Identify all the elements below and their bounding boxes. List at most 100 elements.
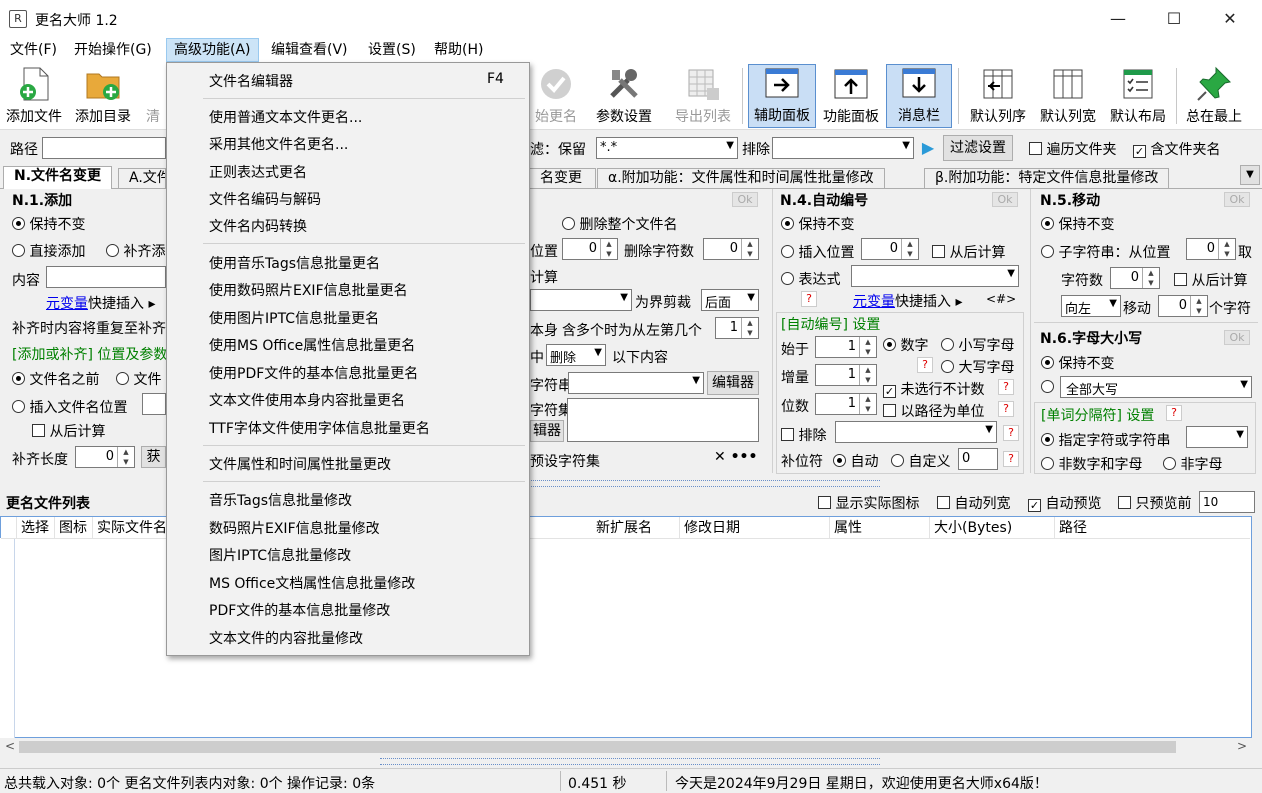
menu-item-edit-pdf[interactable]: PDF文件的基本信息批量修改 [209, 600, 390, 620]
col-select[interactable]: 选择 [17, 517, 55, 539]
horizontal-scrollbar[interactable]: < > [1, 738, 1252, 756]
pad-length-spinner[interactable]: 0 ▲ ▼ [75, 446, 135, 468]
col-attributes[interactable]: 属性 [830, 517, 930, 539]
col-size[interactable]: 大小(Bytes) [930, 517, 1055, 539]
number-keep-radio[interactable]: 保持不变 [781, 214, 854, 234]
menu-file[interactable]: 文件(F) [3, 38, 64, 62]
get-button[interactable]: 获取 [141, 446, 166, 468]
delete-ok-button[interactable]: Ok [732, 192, 758, 207]
del-count-spinner[interactable]: 0 ▲ ▼ [703, 238, 759, 260]
menu-settings[interactable]: 设置(S) [361, 38, 423, 62]
menu-edit-view[interactable]: 编辑查看(V) [264, 38, 355, 62]
message-bar-button[interactable]: 消息栏 [886, 64, 952, 128]
scrollbar-thumb[interactable] [19, 741, 1176, 753]
path-input[interactable] [42, 137, 166, 159]
function-panel-button[interactable]: 功能面板 [817, 64, 885, 128]
add-keep-radio[interactable]: 保持不变 [12, 214, 85, 234]
tab-alpha-attributes[interactable]: α.附加功能：文件属性和时间属性批量修改 [597, 168, 885, 188]
help-icon[interactable]: ? [917, 357, 933, 373]
case-keep-radio[interactable]: 保持不变 [1041, 353, 1114, 373]
help-icon[interactable]: ? [998, 401, 1014, 417]
auto-preview-checkbox[interactable]: ✓ 自动预览 [1028, 493, 1101, 513]
upper-letter-radio[interactable]: 大写字母 [941, 357, 1014, 377]
step-spinner[interactable]: 1 ▲ ▼ [815, 364, 877, 386]
add-dir-button[interactable]: 添加目录 [70, 64, 136, 128]
tab-a[interactable]: A.文件 [118, 168, 166, 188]
move-from-back-checkbox[interactable]: 从后计算 [1174, 270, 1247, 290]
editor-button[interactable]: 编辑器 [707, 371, 759, 395]
lower-letter-radio[interactable]: 小写字母 [941, 335, 1014, 355]
digit-radio[interactable]: 数字 [883, 335, 928, 355]
menu-item-exif[interactable]: 使用数码照片EXIF信息批量更名 [209, 280, 408, 300]
case-ok-button[interactable]: Ok [1224, 330, 1250, 345]
preview-count-input[interactable]: 10 [1199, 491, 1255, 513]
filter-settings-button[interactable]: 过滤设置 [943, 135, 1013, 161]
menu-item-ttf[interactable]: TTF字体文件使用字体信息批量更名 [209, 418, 430, 438]
auto-radio[interactable]: 自动 [833, 451, 878, 471]
direct-add-radio[interactable]: 直接添加 [12, 241, 85, 261]
non-letter-radio[interactable]: 非字母 [1163, 454, 1222, 474]
add-from-back-checkbox[interactable]: 从后计算 [32, 421, 105, 441]
clear-x-icon[interactable]: ✕ ••• [714, 449, 757, 465]
bottom-splitter[interactable] [380, 758, 880, 765]
assist-panel-button[interactable]: 辅助面板 [748, 64, 816, 128]
delete-opt-combo[interactable]: 删除 ▼ [546, 344, 606, 366]
specified-radio[interactable]: 指定字符或字符串 [1041, 430, 1170, 450]
menu-item-edit-office[interactable]: MS Office文档属性信息批量修改 [209, 573, 415, 593]
content-input[interactable] [46, 266, 166, 288]
help-icon[interactable]: ? [1003, 451, 1019, 467]
tab-beta-fileinfo[interactable]: β.附加功能：特定文件信息批量修改 [924, 168, 1170, 188]
char-string-combo[interactable]: ▼ [568, 372, 704, 394]
substring-radio[interactable]: 子字符串：从位置 [1041, 242, 1170, 262]
filter-combo[interactable]: *.* ▼ [596, 137, 738, 159]
unselected-checkbox[interactable]: ✓ 未选行不计数 [883, 379, 984, 399]
help-icon[interactable]: ? [1003, 425, 1019, 441]
move-ok-button[interactable]: Ok [1224, 192, 1250, 207]
custom-pad-input[interactable]: 0 [958, 448, 998, 470]
add-var-link[interactable]: 元变量快捷插入 ▸ [46, 293, 155, 313]
clear-button[interactable]: 清 [140, 64, 166, 128]
col-new-ext[interactable]: 新扩展名 [592, 517, 680, 539]
menu-help[interactable]: 帮助(H) [427, 38, 490, 62]
char-count-spinner[interactable]: 0 ▲ ▼ [1110, 267, 1160, 289]
expression-radio[interactable]: 表达式 [781, 269, 840, 289]
preview-only-checkbox[interactable]: 只预览前 [1118, 493, 1191, 513]
menu-item-iptc[interactable]: 使用图片IPTC信息批量更名 [209, 308, 379, 328]
menu-item-encode-decode[interactable]: 文件名编码与解码 [209, 189, 321, 209]
digits-spinner[interactable]: 1 ▲ ▼ [815, 393, 877, 415]
default-layout-button[interactable]: 默认布局 [1104, 64, 1172, 128]
pad-add-radio[interactable]: 补齐添 [106, 241, 165, 261]
menu-item-pdf[interactable]: 使用PDF文件的基本信息批量更名 [209, 363, 418, 383]
help-icon[interactable]: ? [801, 291, 817, 307]
before-name-radio[interactable]: 文件名之前 [12, 369, 99, 389]
move-keep-radio[interactable]: 保持不变 [1041, 214, 1114, 234]
col-filename[interactable]: 实际文件名 [93, 517, 167, 539]
menu-item-edit-text[interactable]: 文本文件的内容批量修改 [209, 628, 363, 648]
include-folder-checkbox[interactable]: ✓ 含文件夹名 [1133, 139, 1220, 159]
maximize-button[interactable]: ☐ [1146, 0, 1202, 38]
tab-scroll-button[interactable]: ▼ [1240, 165, 1260, 185]
insert-pos-radio[interactable]: 插入文件名位置 [12, 397, 127, 417]
by-path-checkbox[interactable]: 以路径为单位 [883, 401, 984, 421]
all-upper-radio[interactable] [1041, 380, 1054, 396]
menu-item-edit-iptc[interactable]: 图片IPTC信息批量修改 [209, 545, 351, 565]
menu-start[interactable]: 开始操作(G) [67, 38, 159, 62]
multi-spinner[interactable]: 1 ▲ ▼ [715, 317, 759, 339]
help-icon[interactable]: ? [998, 379, 1014, 395]
menu-item-edit-exif[interactable]: 数码照片EXIF信息批量修改 [209, 518, 380, 538]
direction-combo[interactable]: 向左 ▼ [1061, 295, 1121, 317]
close-button[interactable]: ✕ [1202, 0, 1258, 38]
menu-item-text-rename[interactable]: 使用普通文本文件更名... [209, 107, 362, 127]
minimize-button[interactable]: — [1090, 0, 1146, 38]
char-set-textarea[interactable] [567, 398, 759, 442]
play-filter-icon[interactable]: ▶ [916, 137, 940, 159]
expression-combo[interactable]: ▼ [851, 265, 1019, 287]
back-combo[interactable]: 后面 ▼ [701, 289, 759, 311]
default-order-button[interactable]: 默认列序 [964, 64, 1032, 128]
scroll-left-icon[interactable]: < [5, 739, 15, 753]
case-combo[interactable]: 全部大写 ▼ [1060, 376, 1252, 398]
file-partial-radio[interactable]: 文件 [116, 369, 161, 389]
number-ok-button[interactable]: Ok [992, 192, 1018, 207]
param-settings-button[interactable]: 参数设置 [592, 64, 656, 128]
menu-item-other-names[interactable]: 采用其他文件名更名... [209, 134, 348, 154]
